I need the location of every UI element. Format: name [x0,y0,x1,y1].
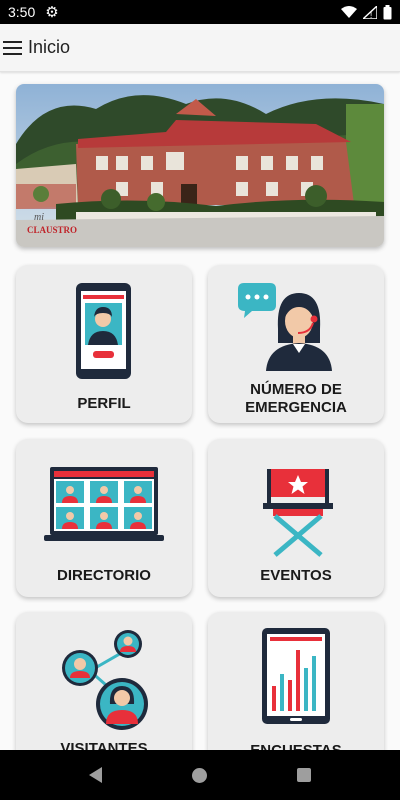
directorio-card[interactable]: DIRECTORIO [16,439,192,597]
emergencia-card[interactable]: NÚMERO DE EMERGENCIA [208,265,384,423]
wifi-icon [341,5,357,18]
status-time: 3:50 [8,4,36,20]
status-icons: ! [341,4,392,20]
profile-phone-icon [76,283,131,379]
operator-headset-icon [238,283,332,371]
directorio-label: DIRECTORIO [57,567,151,584]
perfil-label: PERFIL [77,395,131,412]
emergencia-label-1: NÚMERO DE [250,381,342,398]
perfil-card[interactable]: PERFIL [16,265,192,423]
page-title: Inicio [28,37,71,57]
app-bar: Inicio [0,24,400,72]
status-bar: 3:50 ⚙ ! [0,0,400,24]
recent-apps-icon[interactable] [297,768,311,782]
building-photo [16,84,384,247]
signal-icon: ! [363,5,377,19]
eventos-label: EVENTOS [260,567,332,584]
battery-icon [383,4,392,19]
network-people-icon [62,630,148,730]
encuestas-card[interactable]: ENCUESTAS [208,612,384,770]
video-call-laptop-icon [44,467,164,541]
hamburger-menu-icon[interactable] [3,38,25,58]
emergencia-label-2: EMERGENCIA [245,399,347,416]
survey-tablet-icon [262,628,330,724]
logo-mi: mi [34,212,44,223]
banner-image: mi CLAUSTRO [16,84,384,247]
eventos-card[interactable]: EVENTOS [208,439,384,597]
visitantes-card[interactable]: VISITANTES [16,612,192,770]
back-icon[interactable] [89,767,102,783]
system-nav-bar [0,750,400,800]
svg-text:!: ! [370,11,372,19]
home-icon[interactable] [192,767,207,783]
directors-chair-icon [263,469,333,557]
gear-icon: ⚙ [45,4,59,21]
logo-claustro: CLAUSTRO [27,225,78,235]
